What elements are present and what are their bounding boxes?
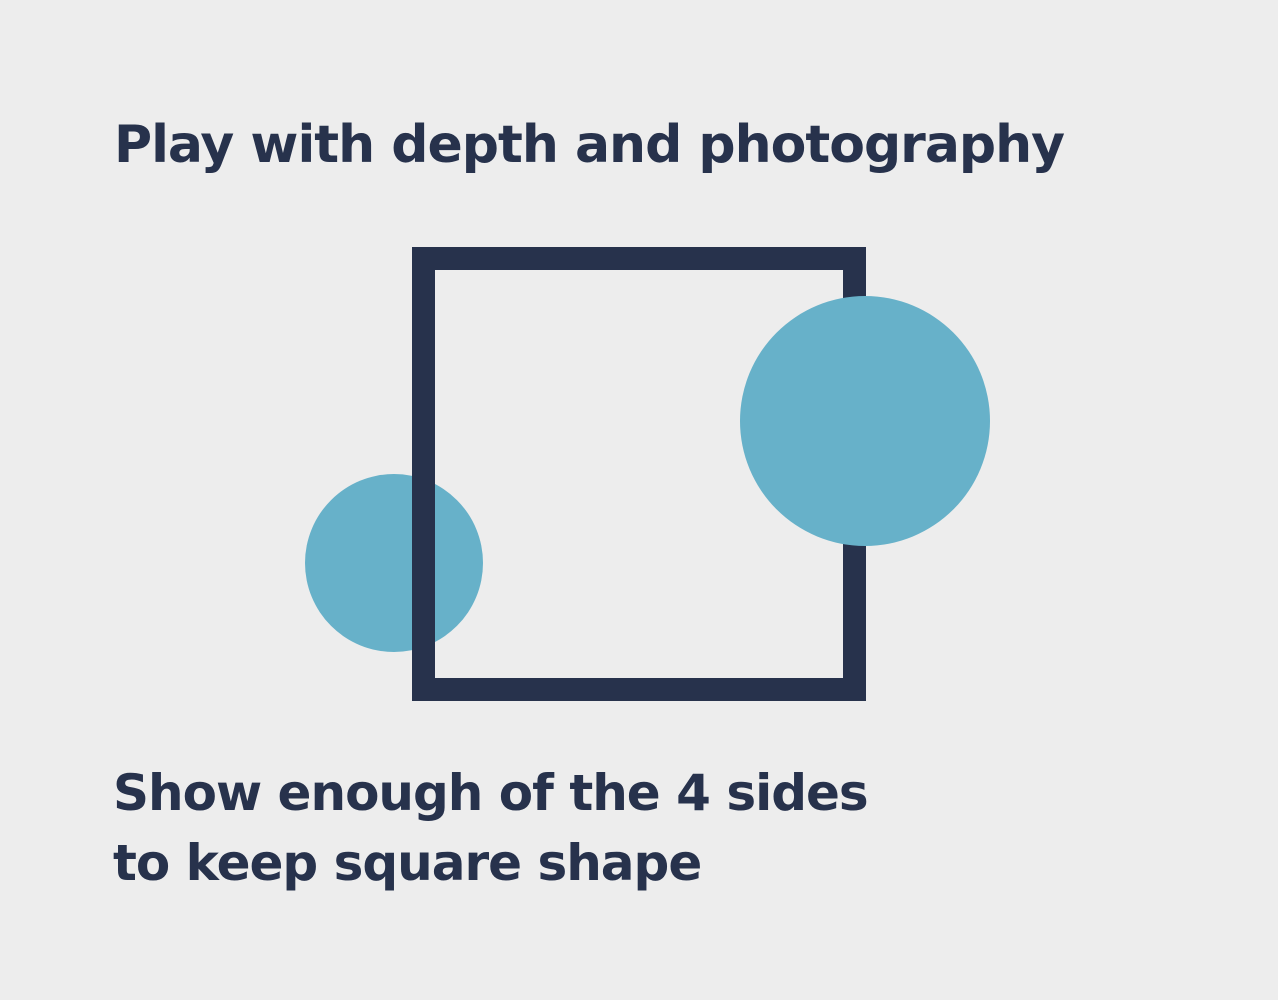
caption-line-1: Show enough of the 4 sides [113,764,869,822]
caption-line-2: to keep square shape [113,834,702,892]
large-circle [740,296,990,546]
caption: Show enough of the 4 sides to keep squar… [113,758,869,898]
small-circle [305,474,483,652]
